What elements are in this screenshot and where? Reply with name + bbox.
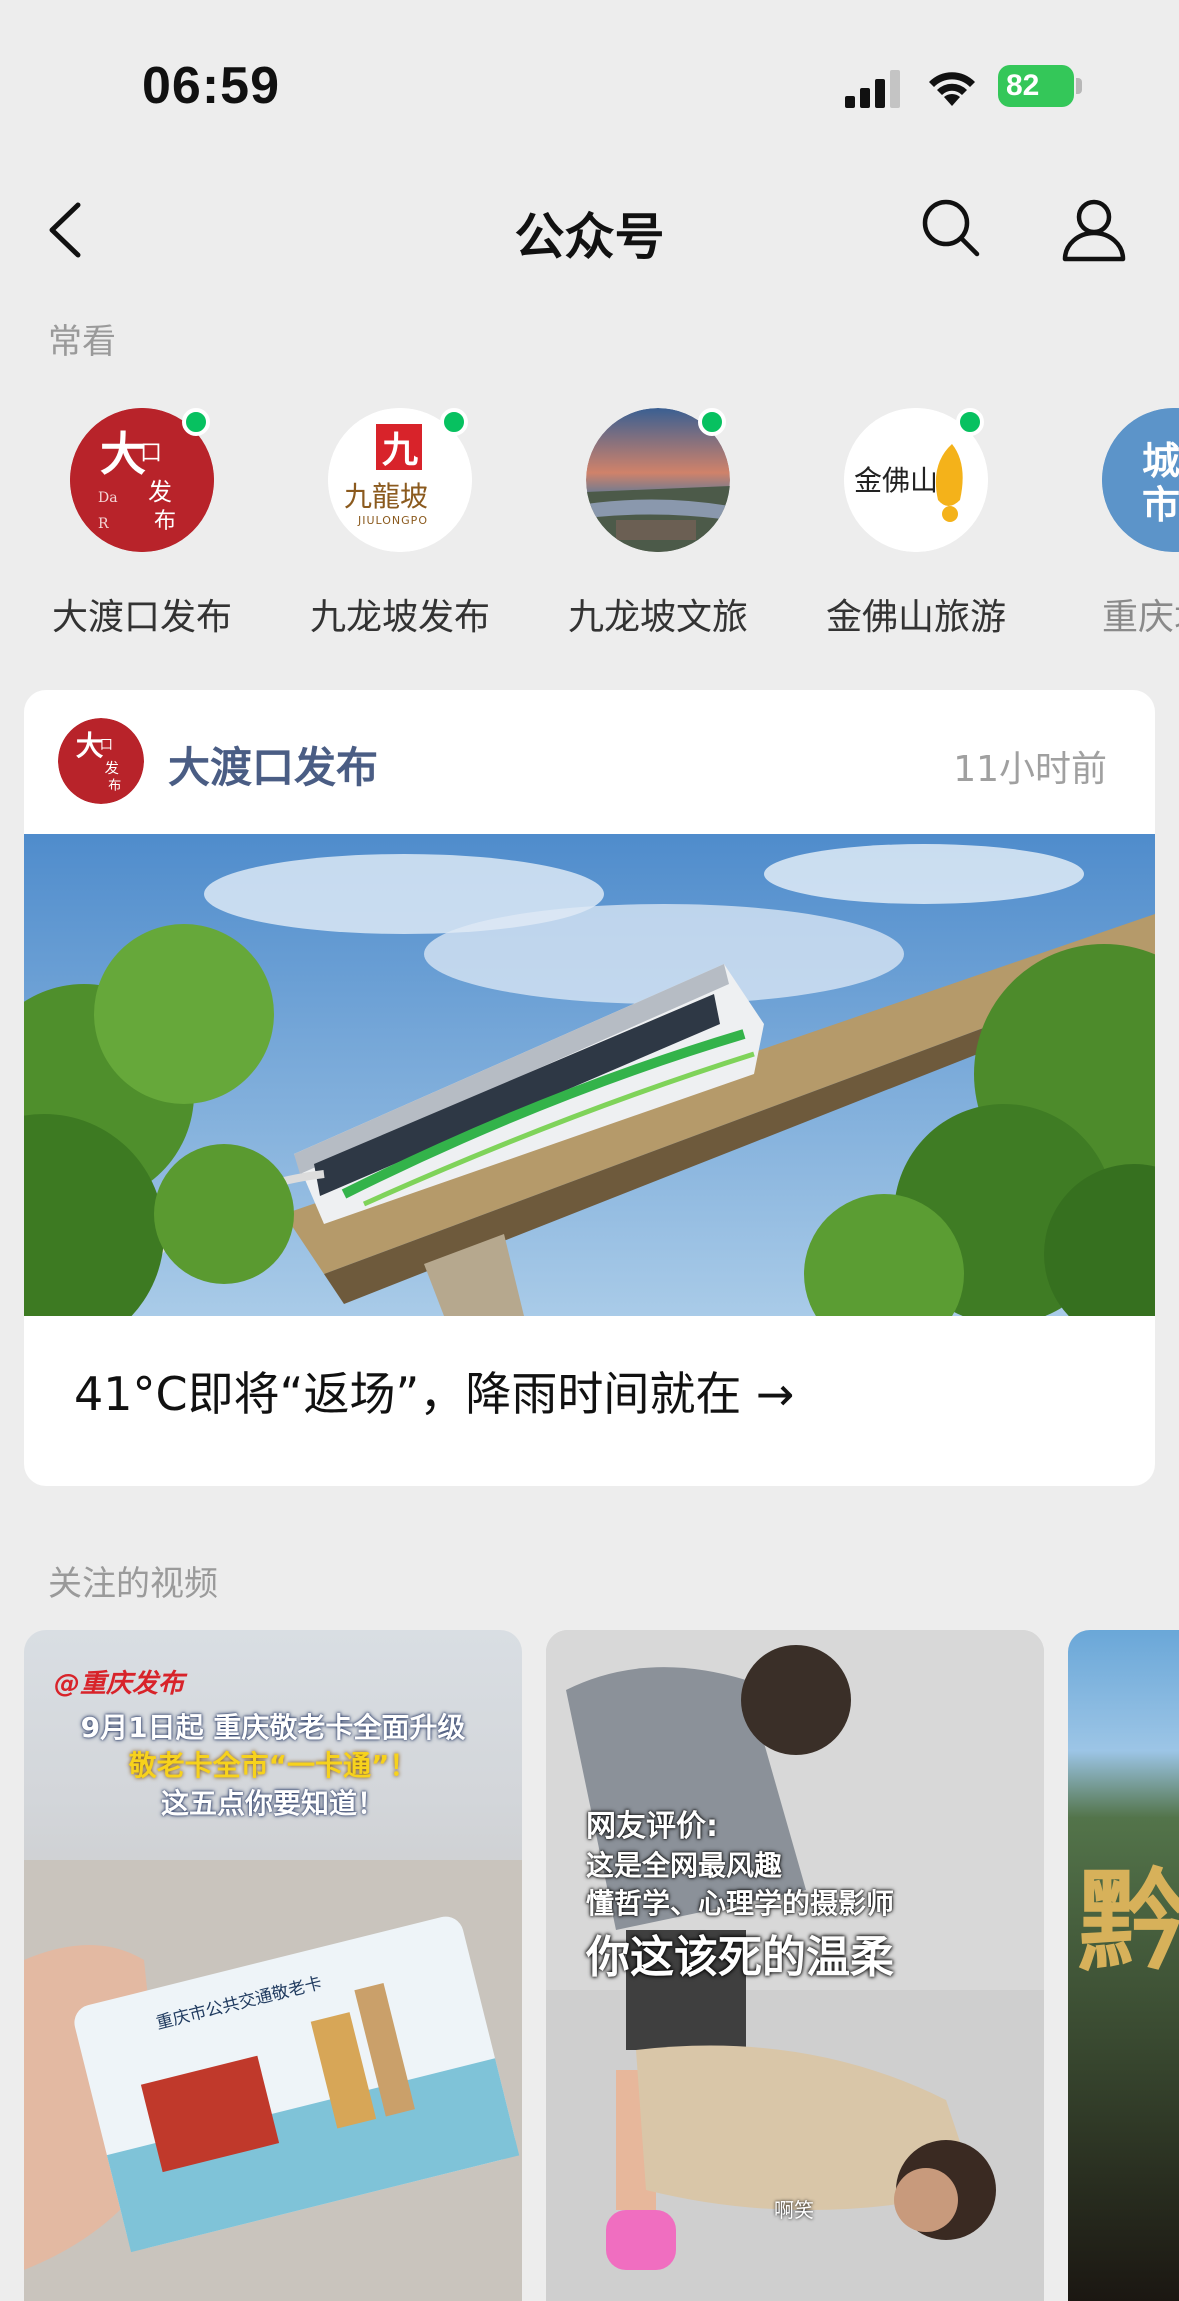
video-title-line: 这五点你要知道！ — [160, 1787, 385, 1820]
account-name: 大渡口发布 — [51, 597, 232, 638]
videos-section-label: 关注的视频 — [48, 1564, 218, 1604]
frequent-account-item[interactable]: 九龙坡文旅 — [548, 400, 768, 640]
account-name: 重庆城市 — [1101, 597, 1179, 638]
profile-icon[interactable] — [1060, 195, 1128, 263]
video-card[interactable]: 网友评价: 这是全网最风趣 懂哲学、心理学的摄影师 你这该死的温柔 啊笑 — [546, 1630, 1044, 2301]
account-name: 九龙坡文旅 — [567, 597, 748, 638]
unread-dot — [698, 408, 726, 436]
battery-level: 82 — [998, 65, 1074, 107]
unread-dot — [956, 408, 984, 436]
svg-text:口: 口 — [140, 441, 162, 466]
account-avatar: 城 市 — [1102, 408, 1179, 552]
frequent-account-item[interactable]: 城 市 重庆城市 — [1064, 400, 1179, 640]
account-name: 九龙坡发布 — [309, 597, 490, 638]
search-icon[interactable] — [920, 197, 982, 259]
videos-row: 重庆市公共交通敬老卡 @重庆发布 9月1日起 重庆敬老卡全面升级 敬老卡全市“一… — [24, 1630, 1179, 2301]
svg-text:发: 发 — [148, 478, 172, 506]
video-title-line: 网友评价: — [586, 1809, 718, 1844]
unread-dot — [440, 408, 468, 436]
video-title-line: 这是全网最风趣 — [586, 1849, 783, 1882]
video-title-line: 懂哲学、心理学的摄影师 — [586, 1887, 895, 1920]
svg-text:发: 发 — [105, 760, 119, 777]
svg-text:市: 市 — [1142, 483, 1179, 527]
battery-cap — [1076, 78, 1082, 94]
battery-icon: 82 — [998, 65, 1082, 107]
page-title: 公众号 — [514, 208, 665, 266]
svg-text:Da: Da — [98, 490, 118, 506]
account-name: 金佛山旅游 — [825, 597, 1006, 638]
nav-bar: 公众号 — [0, 175, 1179, 285]
video-card[interactable]: 黔 — [1068, 1630, 1179, 2301]
frequent-account-item[interactable]: 大 口 发 布 Da R 大渡口发布 — [32, 400, 252, 640]
frequent-account-item[interactable]: 金佛山 金佛山旅游 — [806, 400, 1026, 640]
frequent-accounts-row: 大 口 发 布 Da R 大渡口发布 九 九龍坡 JIULONGPO 九龙坡发布 — [0, 400, 1179, 640]
svg-text:布: 布 — [154, 509, 176, 534]
svg-text:城: 城 — [1142, 439, 1179, 483]
video-caption: 啊笑 — [774, 2198, 814, 2222]
monorail-photo — [24, 834, 1155, 1316]
video-big-text: 黔 — [1078, 1857, 1179, 1986]
svg-text:金佛山: 金佛山 — [854, 464, 938, 497]
article-cover-image[interactable] — [24, 834, 1155, 1316]
frequent-account-item[interactable]: 九 九龍坡 JIULONGPO 九龙坡发布 — [290, 400, 510, 640]
unread-dot — [182, 408, 210, 436]
video-title-line: 9月1日起 重庆敬老卡全面升级 — [80, 1711, 466, 1744]
article-headline[interactable]: 41°C即将“返场”，降雨时间就在 → — [74, 1358, 794, 1424]
chongqing-city-logo: 城 市 — [1102, 408, 1179, 552]
article-account-avatar[interactable]: 大 口 发 布 — [58, 718, 144, 804]
video-source-tag: @重庆发布 — [54, 1669, 185, 1699]
video-card[interactable]: 重庆市公共交通敬老卡 @重庆发布 9月1日起 重庆敬老卡全面升级 敬老卡全市“一… — [24, 1630, 522, 2301]
video-thumbnail: 黔 — [1068, 1630, 1179, 2301]
svg-text:R: R — [98, 516, 109, 532]
svg-text:口: 口 — [100, 738, 113, 753]
status-time: 06:59 — [142, 57, 280, 115]
wifi-icon — [929, 72, 975, 106]
video-title-line: 你这该死的温柔 — [586, 1932, 894, 1983]
cellular-signal-icon — [845, 70, 900, 108]
video-title-line: 敬老卡全市“一卡通”！ — [128, 1749, 418, 1782]
status-bar: 06:59 82 — [0, 0, 1179, 170]
article-account-name[interactable]: 大渡口发布 — [168, 734, 378, 795]
svg-text:JIULONGPO: JIULONGPO — [357, 514, 428, 527]
article-timestamp: 11小时前 — [953, 749, 1107, 790]
svg-text:布: 布 — [108, 778, 121, 794]
svg-text:九龍坡: 九龍坡 — [344, 480, 428, 513]
frequent-section-label: 常看 — [48, 322, 116, 362]
article-card[interactable]: 大 口 发 布 大渡口发布 11小时前 41°C即将“返场”，降雨时间就在 → — [24, 690, 1155, 1486]
dadukou-logo: 大 口 发 布 — [58, 718, 144, 804]
svg-text:九: 九 — [382, 429, 418, 471]
